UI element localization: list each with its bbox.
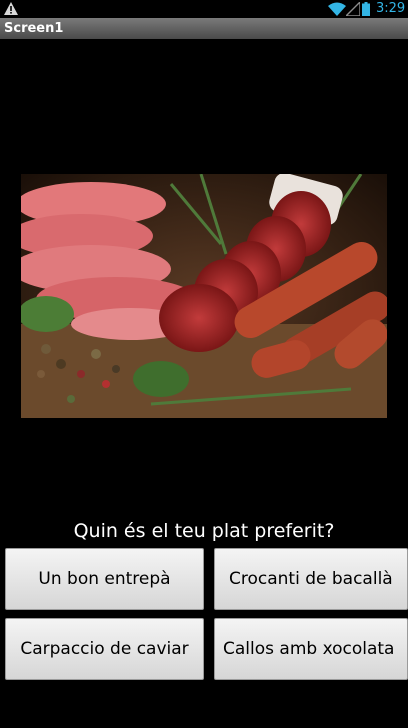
status-time: 3:29 [376, 1, 406, 16]
title-bar: Screen1 [0, 18, 408, 39]
battery-icon [362, 2, 370, 16]
screen-title: Screen1 [4, 21, 64, 36]
option-button-4[interactable]: Callos amb xocolata [214, 618, 408, 680]
wifi-icon [328, 2, 346, 16]
cured-meats-photo [21, 174, 387, 418]
signal-icon [346, 2, 360, 16]
status-bar: 3:29 [0, 0, 408, 18]
warning-icon [4, 2, 18, 15]
option-button-2[interactable]: Crocanti de bacallà [214, 548, 408, 610]
option-button-3[interactable]: Carpaccio de caviar [5, 618, 204, 680]
option-button-1[interactable]: Un bon entrepà [5, 548, 204, 610]
cured-meats-illustration [21, 174, 387, 418]
question-label: Quin és el teu plat preferit? [73, 520, 335, 542]
